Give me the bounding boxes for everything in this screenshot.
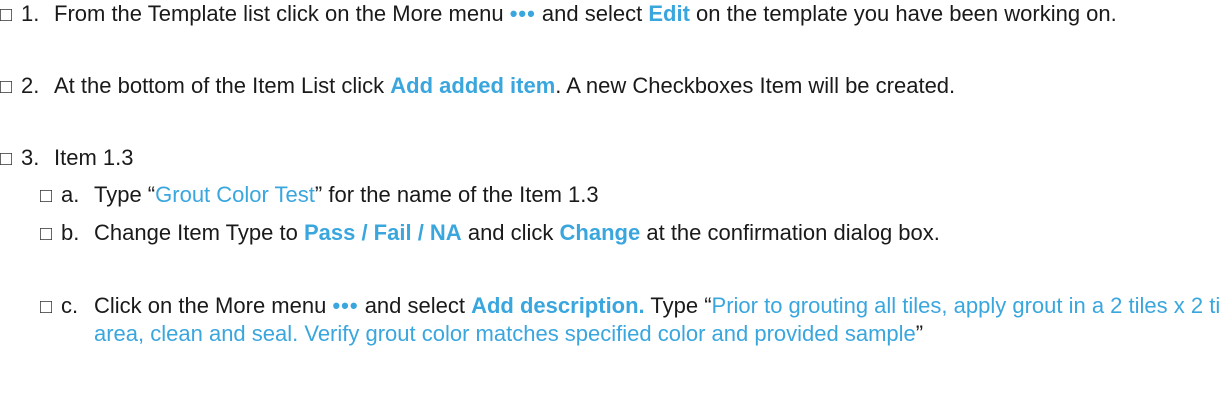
step-number: 1. — [21, 1, 40, 26]
step-text: ” — [915, 321, 924, 346]
step-1: □ 1. From the Template list click on the… — [0, 0, 1220, 28]
step-text: at the confirmation dialog box. — [646, 220, 940, 245]
add-item-label: Add added item — [390, 73, 556, 98]
item-name-value: Grout Color Test — [155, 182, 315, 207]
checkbox-icon[interactable]: □ — [40, 293, 52, 321]
step-text: ” for the name of the Item 1.3 — [314, 182, 599, 207]
step-number: 3. — [21, 145, 40, 170]
change-label: Change — [559, 220, 641, 245]
step-3c: □ c. Click on the More menu ••• and sele… — [0, 292, 1220, 348]
step-text: Click on the More menu — [94, 293, 327, 318]
step-text: on the template you have been working on… — [696, 1, 1117, 26]
step-text: Item 1.3 — [54, 145, 134, 170]
step-text: From the Template list click on the More… — [54, 1, 504, 26]
add-description-label: Add description. — [471, 293, 645, 318]
step-text: . A new Checkboxes Item will be created. — [555, 73, 956, 98]
step-number: a. — [61, 182, 80, 207]
step-3b: □ b. Change Item Type to Pass / Fail / N… — [0, 219, 1220, 247]
step-text: and select — [541, 1, 643, 26]
step-text: Type “ — [94, 182, 156, 207]
step-2: □ 2. At the bottom of the Item List clic… — [0, 72, 1220, 100]
step-text: Type “ — [650, 293, 712, 318]
checkbox-icon[interactable]: □ — [40, 182, 52, 210]
step-text: and select — [364, 293, 465, 318]
checkbox-icon[interactable]: □ — [0, 73, 12, 101]
edit-label: Edit — [648, 1, 690, 26]
item-type-label: Pass / Fail / NA — [303, 220, 462, 245]
more-menu-icon: ••• — [332, 293, 359, 318]
step-text: Change Item Type to — [94, 220, 298, 245]
step-3: □ 3. Item 1.3 — [0, 144, 1220, 172]
step-text: At the bottom of the Item List click — [54, 73, 385, 98]
checkbox-icon[interactable]: □ — [40, 220, 52, 248]
step-number: c. — [61, 293, 79, 318]
step-number: 2. — [21, 73, 40, 98]
checkbox-icon[interactable]: □ — [0, 145, 12, 173]
checkbox-icon[interactable]: □ — [0, 1, 12, 29]
step-text: and click — [467, 220, 554, 245]
step-number: b. — [61, 220, 80, 245]
more-menu-icon: ••• — [509, 1, 536, 26]
step-3a: □ a. Type “Grout Color Test” for the nam… — [0, 181, 1220, 209]
